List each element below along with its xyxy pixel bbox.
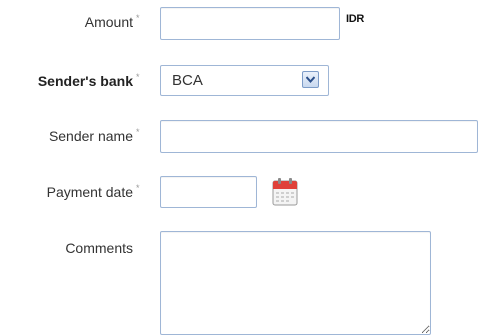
amount-input[interactable] — [160, 7, 340, 40]
sender-bank-selected-value: BCA — [172, 72, 203, 89]
chevron-down-icon[interactable] — [302, 71, 319, 88]
payment-date-label: Payment date — [46, 184, 133, 200]
amount-required-mark: * — [136, 13, 140, 23]
sender-name-label: Sender name — [48, 128, 133, 144]
sender-bank-required-mark: * — [136, 72, 140, 82]
payment-date-required-mark: * — [136, 183, 140, 193]
calendar-icon[interactable] — [272, 177, 298, 206]
payment-date-input[interactable] — [160, 176, 257, 208]
currency-label: IDR — [346, 13, 365, 25]
sender-bank-select[interactable]: BCA — [160, 65, 329, 96]
comments-label: Comments — [65, 240, 133, 256]
comments-textarea[interactable] — [160, 231, 431, 335]
sender-bank-label: Sender's bank — [37, 73, 133, 89]
amount-label: Amount — [84, 14, 133, 30]
sender-name-required-mark: * — [136, 127, 140, 137]
sender-name-input[interactable] — [160, 120, 478, 153]
